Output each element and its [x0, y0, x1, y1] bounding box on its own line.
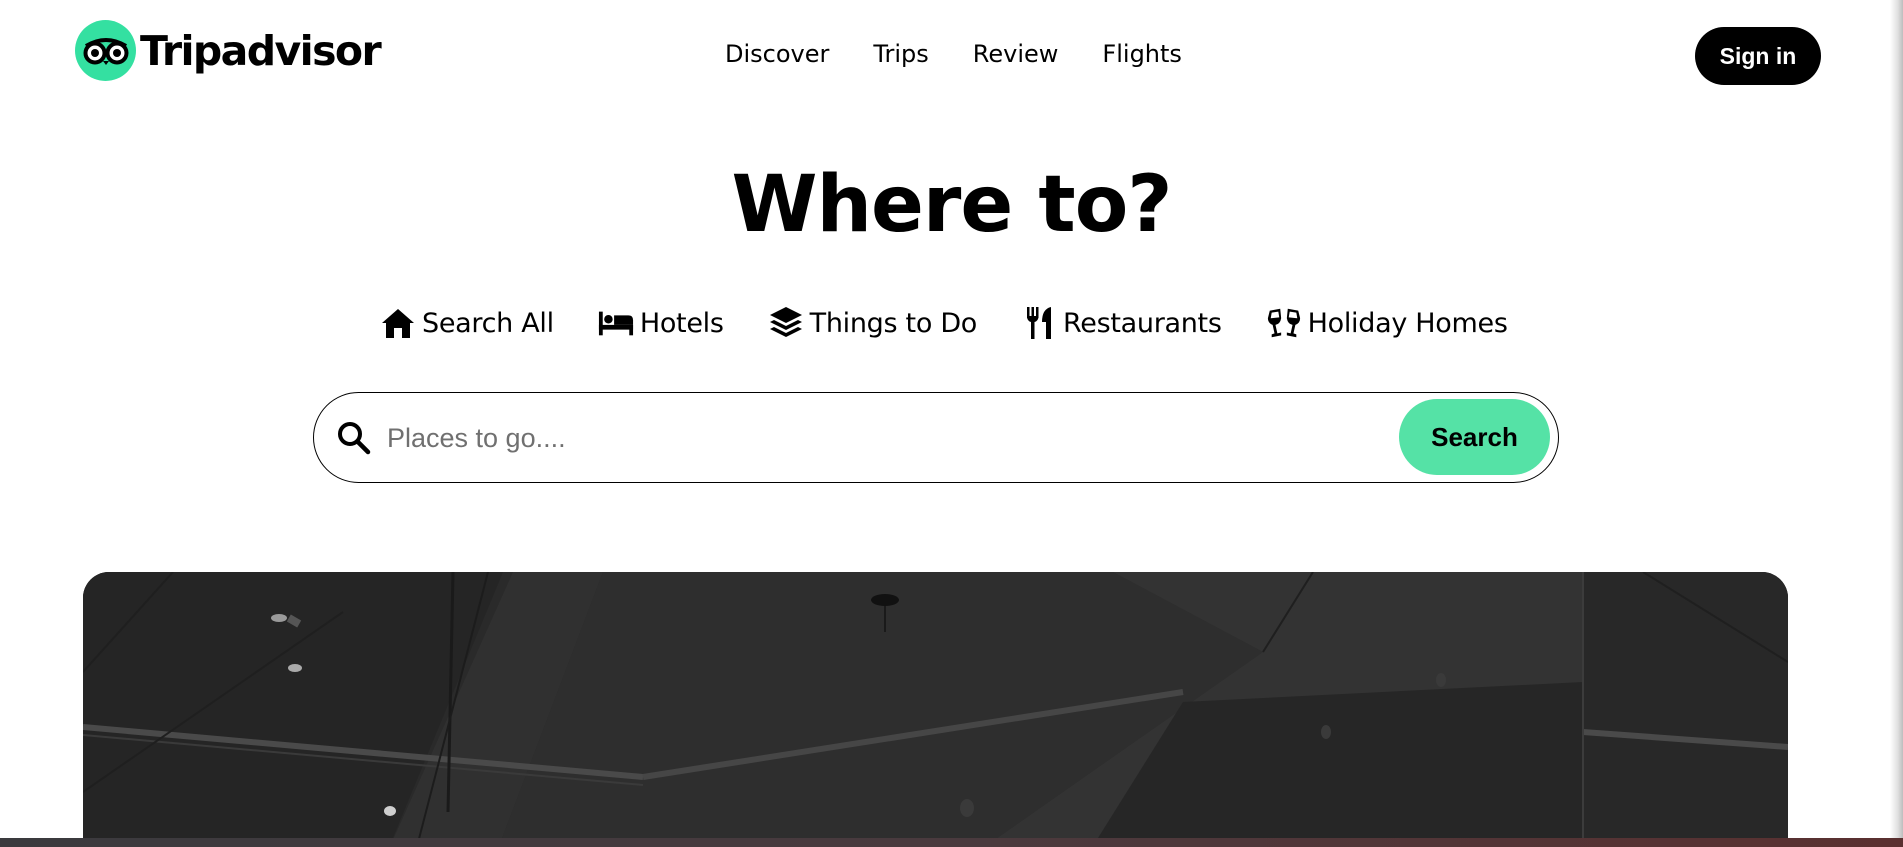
search-button[interactable]: Search [1399, 399, 1550, 475]
search-input[interactable] [387, 413, 1287, 463]
tripadvisor-logo[interactable]: Tripadvisor [75, 20, 382, 81]
nav-item-trips[interactable]: Trips [873, 40, 928, 68]
hero-image [83, 572, 1788, 847]
tab-search-all[interactable]: Search All [380, 306, 554, 340]
tab-holiday-homes[interactable]: Holiday Homes [1266, 306, 1508, 340]
utensils-icon [1021, 306, 1057, 340]
category-tabs: Search All Hotels Things to Do Restauran… [380, 306, 1552, 340]
hero-photo-illustration [83, 572, 1788, 847]
search-icon [336, 420, 372, 456]
search-bar: Search [313, 392, 1559, 483]
home-icon [380, 306, 416, 340]
bed-icon [598, 306, 634, 340]
nav-item-discover[interactable]: Discover [725, 40, 829, 68]
tab-label: Restaurants [1063, 307, 1222, 339]
tab-hotels[interactable]: Hotels [598, 306, 724, 340]
brand-name: Tripadvisor [140, 26, 382, 75]
site-header: Tripadvisor Discover Trips Review Flight… [0, 0, 1903, 113]
sign-in-button[interactable]: Sign in [1695, 27, 1821, 85]
tab-label: Things to Do [809, 307, 978, 339]
owl-logo-icon [75, 20, 136, 81]
bottom-strip [0, 838, 1903, 847]
tab-things-to-do[interactable]: Things to Do [768, 306, 977, 340]
glasses-cheers-icon [1266, 306, 1302, 340]
layers-icon [768, 306, 804, 340]
tab-label: Holiday Homes [1307, 307, 1508, 339]
main-nav: Discover Trips Review Flights [725, 40, 1226, 68]
scrollbar-edge [1890, 0, 1903, 847]
nav-item-flights[interactable]: Flights [1102, 40, 1182, 68]
tab-label: Hotels [639, 307, 724, 339]
nav-item-review[interactable]: Review [973, 40, 1059, 68]
tab-restaurants[interactable]: Restaurants [1021, 306, 1222, 340]
page-title: Where to? [731, 160, 1172, 250]
tab-label: Search All [422, 307, 554, 339]
page: Tripadvisor Discover Trips Review Flight… [0, 0, 1903, 847]
